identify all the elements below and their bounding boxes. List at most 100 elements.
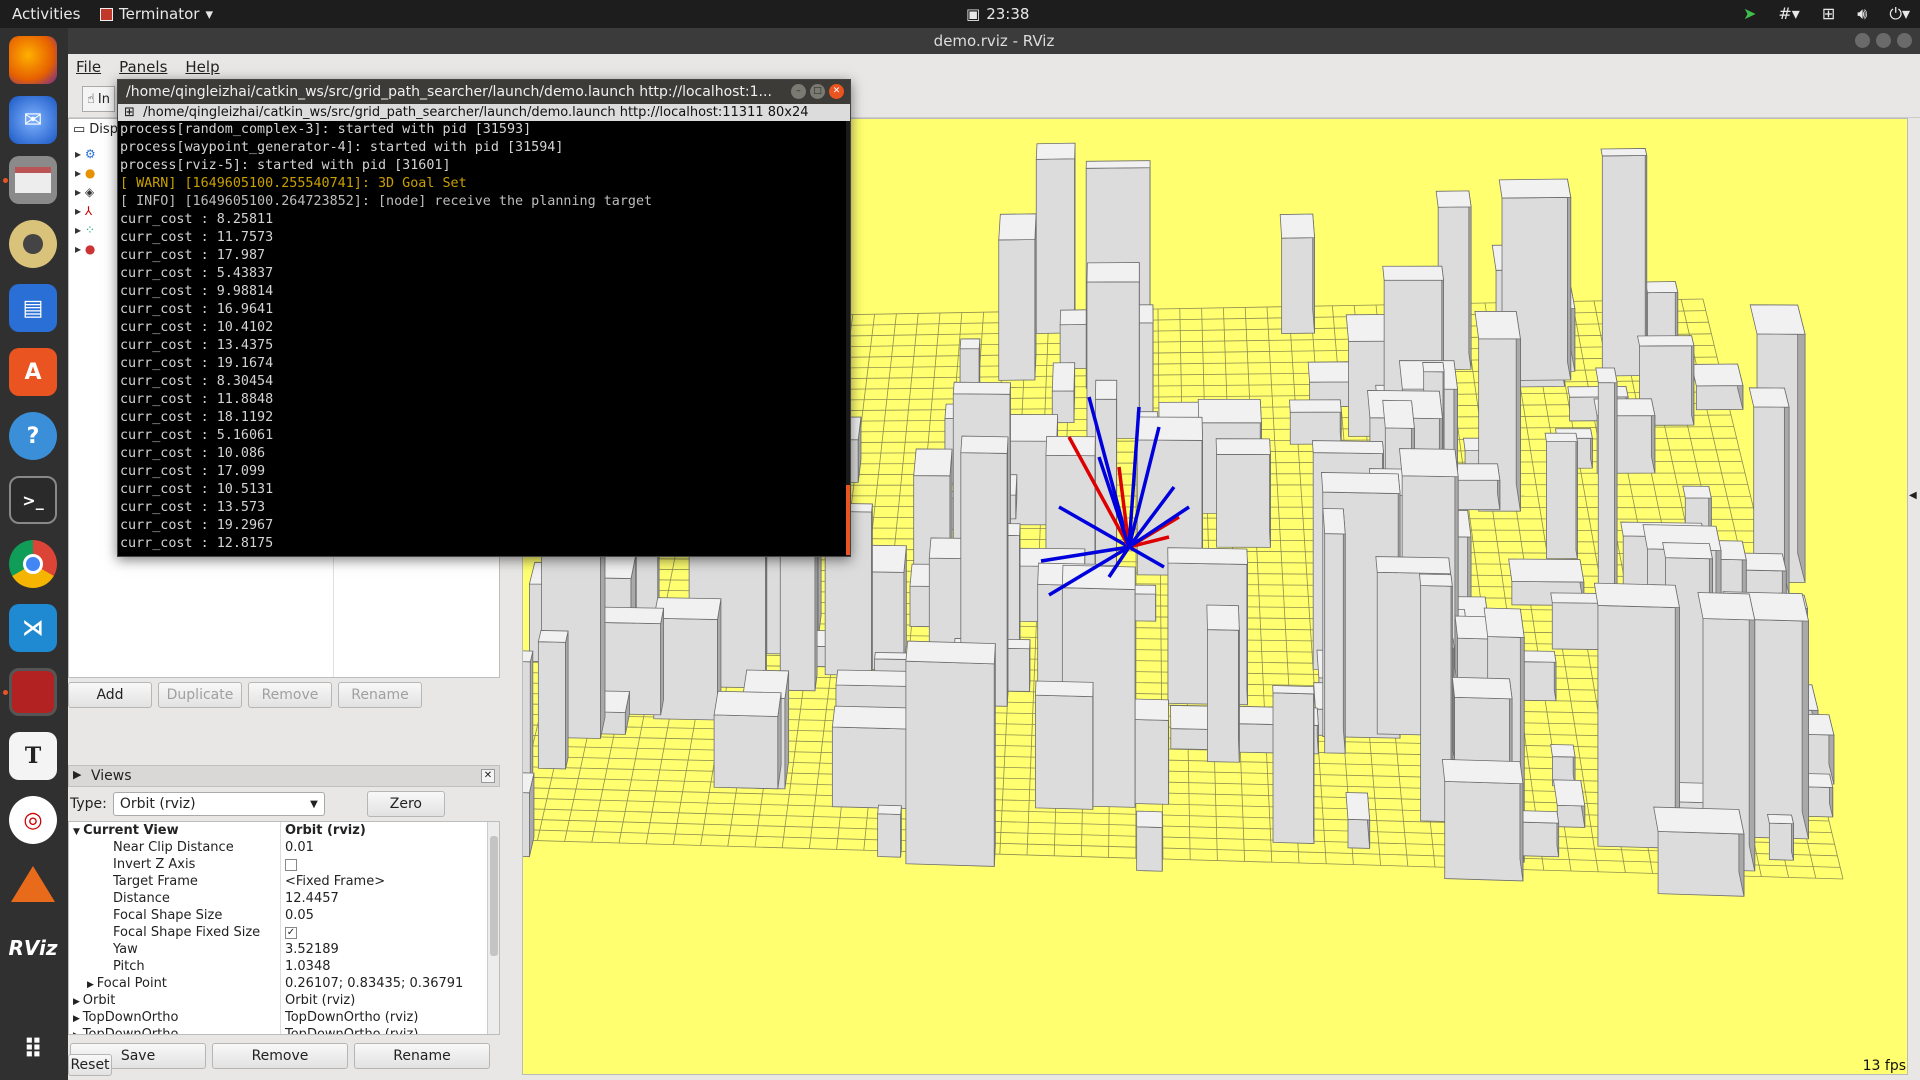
menu-panels[interactable]: Panels [119,54,167,80]
view-property-row[interactable]: Pitch 1.0348 [69,958,499,975]
property-value[interactable]: 12.4457 [281,890,499,907]
property-key-label: Distance [113,891,170,906]
terminal-maximize-button[interactable]: □ [810,84,825,99]
rviz-icon[interactable]: RViz [8,924,57,972]
expand-arrow-icon[interactable]: ▶ [73,1031,83,1034]
terminal-line: curr_cost : 12.8175 [120,536,274,551]
property-value[interactable]: <Fixed Frame> [281,873,499,890]
view-property-row[interactable]: ▶ TopDownOrtho TopDownOrtho (rviz) [69,1026,499,1034]
add-display-button[interactable]: Add [68,682,152,708]
view-property-row[interactable]: Focal Shape Fixed Size ✓ [69,924,499,941]
send-icon[interactable]: ➤ [1743,4,1756,24]
view-property-row[interactable]: ▶ Orbit Orbit (rviz) [69,992,499,1009]
checkbox-checked[interactable]: ✓ [285,926,297,939]
monitor-icon: ▭ [73,122,86,137]
display-item-status[interactable]: ▸ ● [75,166,105,185]
display-item-pointcloud[interactable]: ▸ ⁘ [75,223,105,242]
input-method-icon[interactable]: #▾ [1778,4,1799,24]
menu-help[interactable]: Help [185,54,219,80]
thunderbird-icon[interactable]: ✉ [9,96,57,144]
software-center-icon[interactable]: A [9,348,57,396]
property-value[interactable]: TopDownOrtho (rviz) [281,1026,499,1034]
xmind-icon[interactable]: ◎ [9,796,57,844]
property-value[interactable]: ✓ [281,924,499,941]
system-tray: ➤ #▾ ⊞ 🔊︎ ⏻▾ [1743,4,1910,24]
property-value[interactable]: 3.52189 [281,941,499,958]
property-value[interactable]: 0.05 [281,907,499,924]
clock[interactable]: ▣ 23:38 [966,5,1029,23]
view-property-row[interactable]: Target Frame <Fixed Frame> [69,873,499,890]
network-icon[interactable]: ⊞ [1822,4,1835,24]
app-menu[interactable]: Terminator ▾ [100,5,213,23]
minimize-button[interactable] [1855,33,1870,48]
property-value[interactable]: Orbit (rviz) [281,822,499,839]
property-key-label: Current View [83,823,179,838]
view-property-row[interactable]: ▶ TopDownOrtho TopDownOrtho (rviz) [69,1009,499,1026]
view-property-row[interactable]: Invert Z Axis [69,856,499,873]
view-type-select[interactable]: Orbit (rviz) ▼ [112,792,325,816]
views-close-icon[interactable]: ✕ [481,769,495,783]
chrome-icon[interactable] [9,540,57,588]
view-property-row[interactable]: Near Clip Distance 0.01 [69,839,499,856]
expand-arrow-icon[interactable]: ▶ [73,997,83,1007]
property-value-text: 12.4457 [285,891,339,906]
terminal-minimize-button[interactable]: – [791,84,806,99]
rhythmbox-icon[interactable] [9,220,57,268]
view-property-row[interactable]: Distance 12.4457 [69,890,499,907]
terminal-titlebar: /home/qingleizhai/catkin_ws/src/grid_pat… [118,80,850,104]
grid-icon[interactable]: ⊞ [124,105,135,120]
terminal-title: /home/qingleizhai/catkin_ws/src/grid_pat… [126,84,772,100]
calendar-icon: ▣ [966,5,981,23]
activities-button[interactable]: Activities [12,5,80,23]
firefox-icon[interactable] [9,36,57,84]
power-icon[interactable]: ⏻▾ [1889,4,1910,24]
property-value[interactable] [281,856,499,873]
display-item-global-options[interactable]: ▸ ⚙ [75,147,105,166]
remove-display-button[interactable]: Remove [248,682,332,708]
expand-arrow-icon[interactable]: ▶ [73,1014,83,1024]
terminal-output[interactable]: process[random_complex-3]: started with … [118,121,850,557]
close-button[interactable] [1897,33,1912,48]
help-icon[interactable]: ? [9,412,57,460]
property-value[interactable]: TopDownOrtho (rviz) [281,1009,499,1026]
view-property-row[interactable]: ▼ Current View Orbit (rviz) [69,822,499,839]
views-expand-icon[interactable]: ▶ [73,768,81,781]
vscode-icon[interactable]: ⋊ [9,604,57,652]
terminal-icon[interactable]: >_ [9,476,57,524]
property-value[interactable]: 0.26107; 0.83435; 0.36791 [281,975,499,992]
rename-display-button[interactable]: Rename [338,682,422,708]
terminal-window[interactable]: /home/qingleizhai/catkin_ws/src/grid_pat… [117,79,851,557]
view-property-row[interactable]: Yaw 3.52189 [69,941,499,958]
volume-icon[interactable]: 🔊︎ [1857,4,1867,24]
property-key: Yaw [69,941,281,958]
checkbox-unchecked[interactable] [285,858,297,871]
terminal-scrollbar[interactable] [846,121,850,556]
writer-icon[interactable]: ▤ [9,284,57,332]
terminal-line: [ WARN] [1649605100.255540741]: 3D Goal … [120,176,467,191]
display-item-grid[interactable]: ▸ ◈ [75,185,105,204]
matlab-icon[interactable] [9,860,57,908]
terminal-line: curr_cost : 8.30454 [120,374,274,389]
property-value[interactable]: 1.0348 [281,958,499,975]
app-grid-icon[interactable]: ⠿ [9,1026,57,1074]
terminal-close-button[interactable]: ✕ [829,84,844,99]
typora-icon[interactable]: T [9,732,57,780]
interact-tool-button[interactable]: ☝ In [82,86,115,112]
property-value[interactable]: Orbit (rviz) [281,992,499,1009]
duplicate-display-button[interactable]: Duplicate [158,682,242,708]
terminator-icon[interactable] [9,668,57,716]
right-splitter-handle[interactable]: ◀ [1908,118,1918,1075]
views-scrollbar[interactable] [487,822,499,1034]
view-property-row[interactable]: Focal Shape Size 0.05 [69,907,499,924]
expand-arrow-icon[interactable]: ▶ [87,980,97,990]
display-item-axes[interactable]: ▸ ⅄ [75,204,105,223]
menu-file[interactable]: File [76,54,101,80]
zero-button[interactable]: Zero [366,791,445,817]
collapse-arrow-icon[interactable]: ▼ [73,827,83,837]
reset-button[interactable]: Reset [68,1054,112,1076]
display-item-marker[interactable]: ▸ ● [75,242,105,261]
property-value[interactable]: 0.01 [281,839,499,856]
files-icon[interactable] [9,156,57,204]
maximize-button[interactable] [1876,33,1891,48]
view-property-row[interactable]: ▶ Focal Point 0.26107; 0.83435; 0.36791 [69,975,499,992]
